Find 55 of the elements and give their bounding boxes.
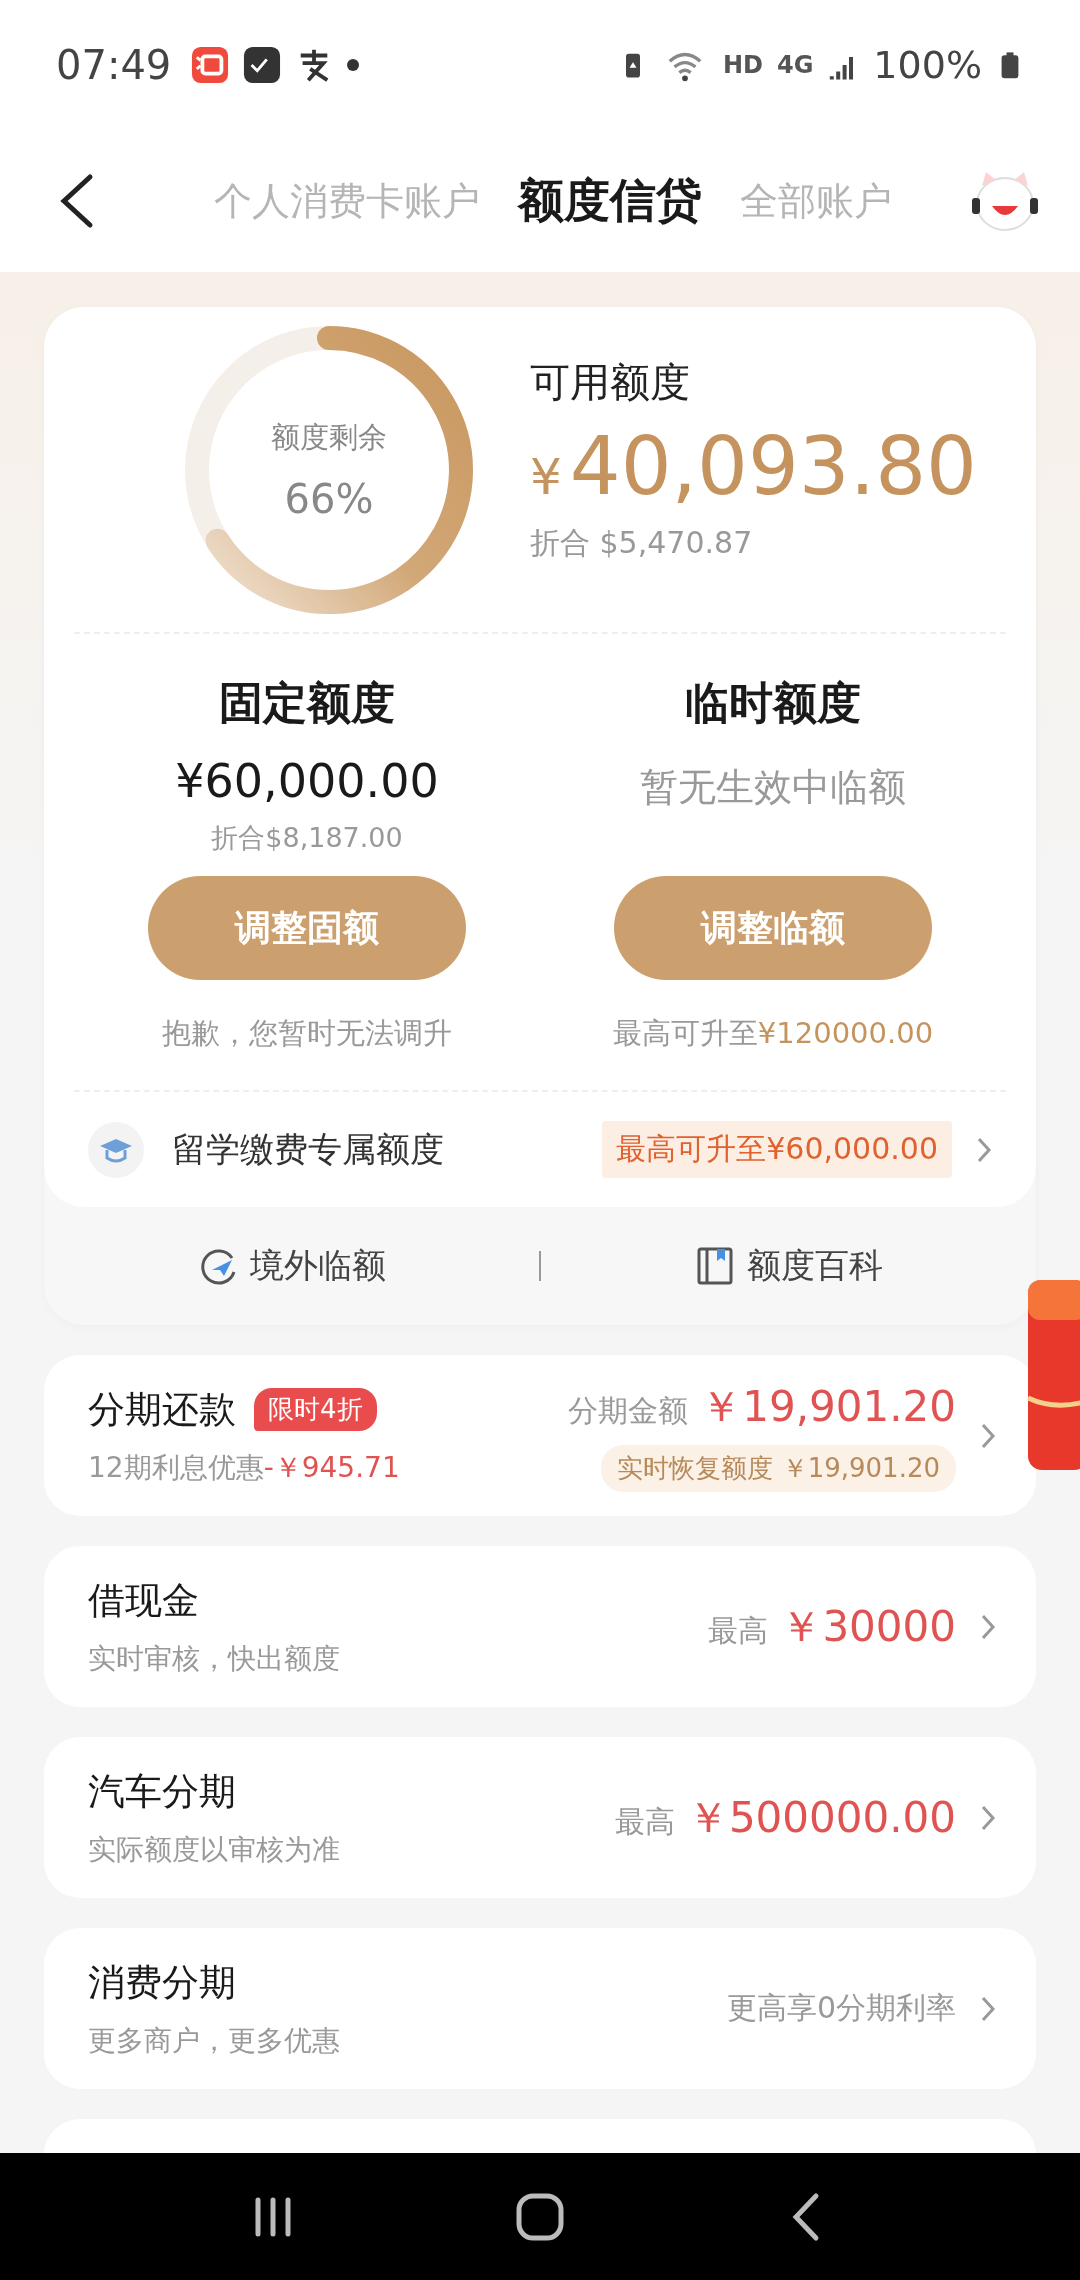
product-title: 分期还款 (88, 1386, 236, 1433)
column-title: 临时额度 (685, 676, 861, 730)
tab[interactable]: 额度信贷 (512, 166, 708, 236)
link[interactable]: 额度百科 (694, 1243, 883, 1289)
chevron-icon (980, 1612, 996, 1641)
amount-value: ￥19,901.20 (700, 1381, 956, 1433)
ring-label: 额度剩余 (271, 418, 387, 456)
envelope-icon[interactable] (1024, 1280, 1080, 1470)
study-row[interactable]: 留学缴费专属额度 最高可升至¥60,000.00 (74, 1092, 1006, 1207)
product-subtitle: 更多商户，更多优惠 (88, 2022, 341, 2059)
column-title: 固定额度 (219, 676, 395, 730)
available-amount: 40,093.80 (569, 420, 977, 513)
product-subtitle: 实际额度以审核为准 (88, 1831, 341, 1868)
discount-tag: 限时4折 (254, 1388, 377, 1431)
check-notification-icon (243, 46, 282, 84)
fixed-amount: ¥60,000.00 (175, 754, 439, 808)
value-label: 最高 (708, 1611, 769, 1650)
product-card[interactable]: 消费分期 更多商户，更多优惠 更高享0分期利率 (44, 1928, 1036, 2089)
more-notifications-icon (347, 59, 360, 71)
clock: 07:49 (56, 42, 172, 88)
chevron-icon (980, 1421, 996, 1450)
note-text: 最高可升至¥120000.00 (612, 1015, 934, 1052)
product-title: 汽车分期 (88, 1768, 236, 1815)
converted-amount: 折合 $5,470.87 (530, 524, 754, 562)
app-notification-icon (191, 46, 230, 84)
product-subtitle: 实时审核，快出额度 (88, 1640, 341, 1677)
product-card[interactable]: 分期还款 限时4折 12期利息优惠-￥945.71 分期金额 ￥19,901.20 实时恢复额度 ￥19,901.20 (44, 1355, 1036, 1516)
status-text: 暂无生效中临额 (640, 764, 906, 811)
product-card[interactable]: 借现金 实时审核，快出额度 最高 ￥30000 (44, 1546, 1036, 1707)
ring-percent: 66% (284, 475, 374, 522)
study-label: 留学缴费专属额度 (172, 1127, 445, 1171)
chevron-icon (976, 1135, 992, 1164)
currency-sign: ¥ (530, 448, 562, 506)
battery-percent: 100% (873, 43, 982, 87)
promo-note: 更高享0分期利率 (726, 1989, 956, 2027)
product-subtitle: 12期利息优惠-￥945.71 (88, 1449, 401, 1486)
note-text: 抱歉，您暂时无法调升 (162, 1015, 452, 1052)
amount-value: ￥30000 (780, 1600, 956, 1653)
link[interactable]: 境外临额 (197, 1243, 386, 1289)
product-title: 消费分期 (88, 1959, 236, 2006)
home-icon[interactable] (515, 2191, 565, 2242)
chevron-icon (980, 1803, 996, 1832)
hd-label: HD (722, 51, 763, 79)
restore-chip: 实时恢复额度 ￥19,901.20 (601, 1445, 956, 1492)
available-label: 可用额度 (530, 358, 691, 407)
value-label: 最高 (614, 1802, 675, 1841)
product-title: 借现金 (88, 1577, 199, 1624)
value-label: 分期金额 (568, 1392, 689, 1430)
graduation-cap-icon (88, 1121, 144, 1178)
product-card[interactable]: 汽车分期 实际额度以审核为准 最高 ￥500000.00 (44, 1737, 1036, 1898)
converted-amount: 折合$8,187.00 (211, 821, 403, 855)
network-label: 4G (776, 51, 814, 79)
limit-badge: 最高可升至¥60,000.00 (602, 1121, 952, 1178)
chevron-icon (980, 1994, 996, 2023)
amount-value: ￥500000.00 (686, 1791, 956, 1844)
